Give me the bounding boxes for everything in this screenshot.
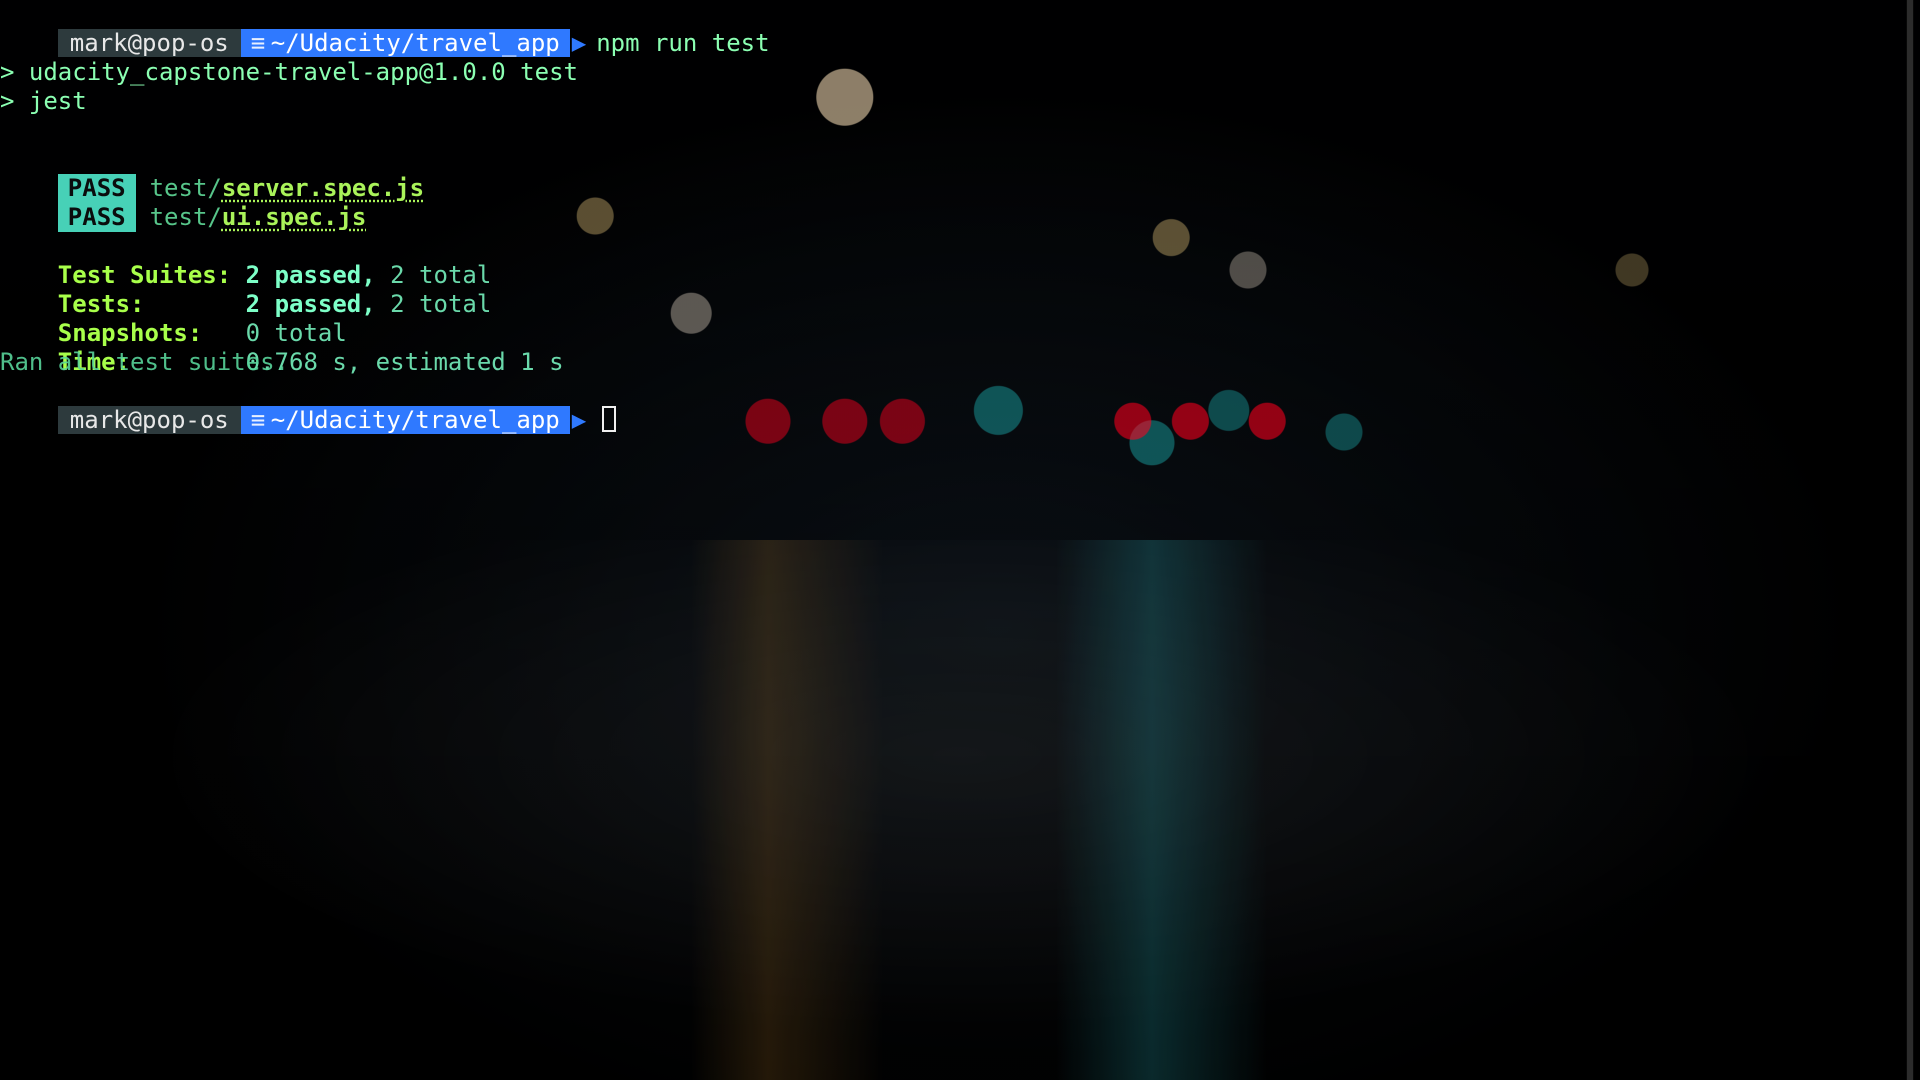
terminal-prompt-line-2[interactable]: mark@pop-os ≡ ~/Udacity/travel_app ▶ [0, 377, 617, 464]
terminal-window[interactable]: mark@pop-os ≡ ~/Udacity/travel_app ▶ npm run… [0, 0, 1920, 1080]
summary-ran-all: Ran all test suites. [0, 348, 289, 376]
summary-total: 2 total [390, 290, 492, 318]
prompt-user-host: mark@pop-os [57, 406, 241, 434]
npm-script-line-2: > jest [0, 87, 87, 115]
prompt-path: ~/Udacity/travel_app [270, 406, 560, 434]
npm-script-line-1: > udacity_capstone-travel-app@1.0.0 test [0, 58, 578, 86]
status-badge: PASS [57, 203, 136, 232]
prompt-separator-icon: ≡ [250, 406, 266, 434]
prompt-separator-icon: ≡ [250, 29, 266, 57]
test-path-prefix: test/ [149, 203, 222, 231]
text-cursor[interactable] [602, 406, 617, 432]
prompt-user-host: mark@pop-os [57, 29, 241, 57]
prompt-arrow-icon: ▶ [571, 406, 587, 434]
prompt-path: ~/Udacity/travel_app [270, 29, 560, 57]
prompt-arrow-icon: ▶ [571, 29, 587, 57]
summary-time-value: 0.768 s, estimated 1 s [245, 348, 564, 376]
prompt-path-segment: ≡ ~/Udacity/travel_app [240, 29, 570, 57]
terminal-command: npm run test [596, 29, 770, 57]
terminal-scrollbar-thumb[interactable] [1907, 0, 1913, 1080]
test-file-link[interactable]: ui.spec.js [222, 203, 367, 231]
prompt-path-segment: ≡ ~/Udacity/travel_app [240, 406, 570, 434]
